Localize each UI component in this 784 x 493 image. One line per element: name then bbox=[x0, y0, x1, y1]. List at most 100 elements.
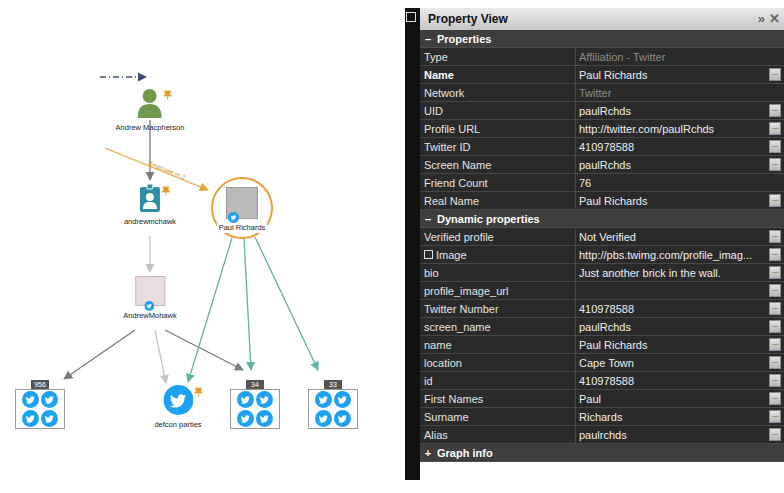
section-header[interactable]: + Graph info bbox=[420, 444, 784, 462]
entity-group[interactable]: 34 bbox=[230, 380, 280, 429]
graph-node[interactable]: defcon parties bbox=[154, 385, 201, 429]
graph-edge[interactable] bbox=[188, 238, 232, 382]
app-window: Employee nr 2 Andrew Macpherson andrewmc… bbox=[0, 0, 784, 493]
property-row[interactable]: location Cape Town ... bbox=[420, 354, 784, 372]
property-value[interactable]: paulRchds bbox=[576, 102, 766, 119]
section-header[interactable]: – Properties bbox=[420, 30, 784, 48]
property-row[interactable]: Surname Richards ... bbox=[420, 408, 784, 426]
property-row[interactable]: Image http://pbs.twimg.com/profile_imag.… bbox=[420, 246, 784, 264]
edit-button[interactable]: ... bbox=[769, 158, 781, 171]
expand-icon[interactable]: + bbox=[424, 447, 432, 459]
node-label: defcon parties bbox=[154, 420, 201, 429]
property-row[interactable]: Real Name Paul Richards ... bbox=[420, 192, 784, 210]
edit-button[interactable]: ... bbox=[769, 194, 781, 207]
property-value[interactable]: Paul Richards bbox=[576, 66, 766, 83]
node-label: andrewmchawk bbox=[124, 217, 176, 226]
collapse-icon[interactable]: – bbox=[424, 33, 432, 45]
property-row[interactable]: Screen Name paulRchds ... bbox=[420, 156, 784, 174]
property-row[interactable]: bio Just another brick in the wall. ... bbox=[420, 264, 784, 282]
graph-edge[interactable] bbox=[244, 238, 251, 370]
edit-button[interactable]: ... bbox=[769, 320, 781, 333]
edit-button[interactable]: ... bbox=[769, 230, 781, 243]
property-key: Network bbox=[420, 84, 576, 101]
property-row[interactable]: screen_name paulRchds ... bbox=[420, 318, 784, 336]
property-row[interactable]: Verified profile Not Verified ... bbox=[420, 228, 784, 246]
edit-button[interactable]: ... bbox=[769, 266, 781, 279]
graph-node[interactable]: andrewmchawk bbox=[124, 184, 176, 226]
graph-edge[interactable] bbox=[64, 330, 135, 379]
edit-button[interactable]: ... bbox=[769, 284, 781, 297]
property-value[interactable]: Affiliation - Twitter bbox=[576, 48, 766, 65]
entity-group[interactable]: 956 bbox=[15, 380, 65, 429]
restore-icon[interactable] bbox=[406, 12, 416, 22]
graph-node[interactable]: AndrewMohawk bbox=[123, 276, 176, 320]
property-value[interactable]: 76 bbox=[576, 174, 766, 191]
property-row[interactable]: profile_image_url ... bbox=[420, 282, 784, 300]
property-row[interactable]: Twitter Number 410978588 ... bbox=[420, 300, 784, 318]
edit-button[interactable]: ... bbox=[769, 122, 781, 135]
property-value[interactable]: paulrchds bbox=[576, 426, 766, 443]
property-value[interactable]: http://twitter.com/paulRchds bbox=[576, 120, 766, 137]
graph-canvas[interactable]: Employee nr 2 Andrew Macpherson andrewmc… bbox=[0, 0, 405, 493]
edit-button[interactable]: ... bbox=[769, 392, 781, 405]
property-row[interactable]: First Names Paul ... bbox=[420, 390, 784, 408]
graph-node[interactable]: 34 bbox=[230, 380, 280, 429]
panel-titlebar: Property View »✕ bbox=[420, 8, 784, 30]
property-value[interactable]: Paul Richards bbox=[576, 192, 766, 209]
property-row[interactable]: name Paul Richards ... bbox=[420, 336, 784, 354]
graph-node[interactable]: Paul Richards bbox=[211, 177, 273, 239]
collapse-icon[interactable]: – bbox=[424, 213, 432, 225]
property-row[interactable]: Type Affiliation - Twitter bbox=[420, 48, 784, 66]
property-value[interactable]: paulRchds bbox=[576, 156, 766, 173]
property-value[interactable]: http://pbs.twimg.com/profile_imag... bbox=[576, 246, 766, 263]
property-value[interactable] bbox=[576, 282, 766, 299]
edit-button[interactable]: ... bbox=[769, 338, 781, 351]
graph-edge[interactable] bbox=[100, 76, 146, 77]
entity-group[interactable]: 33 bbox=[308, 380, 358, 429]
property-value[interactable]: 410978588 bbox=[576, 138, 766, 155]
property-value[interactable]: Paul bbox=[576, 390, 766, 407]
graph-edge[interactable] bbox=[255, 237, 318, 370]
property-key: Name bbox=[420, 66, 576, 83]
title-button[interactable]: ✕ bbox=[769, 12, 780, 26]
property-row[interactable]: id 410978588 ... bbox=[420, 372, 784, 390]
edit-button[interactable]: ... bbox=[769, 428, 781, 441]
property-value[interactable]: Twitter bbox=[576, 84, 766, 101]
graph-edge[interactable] bbox=[149, 236, 150, 272]
property-row[interactable]: Network Twitter bbox=[420, 84, 784, 102]
graph-edge[interactable] bbox=[105, 148, 208, 190]
graph-edge[interactable] bbox=[165, 330, 243, 370]
edit-button[interactable]: ... bbox=[769, 302, 781, 315]
property-row[interactable]: UID paulRchds ... bbox=[420, 102, 784, 120]
pin-icon bbox=[194, 387, 202, 397]
edit-button[interactable]: ... bbox=[769, 104, 781, 117]
edit-button[interactable]: ... bbox=[769, 374, 781, 387]
property-row[interactable]: Alias paulrchds ... bbox=[420, 426, 784, 444]
property-value[interactable]: Paul Richards bbox=[576, 336, 766, 353]
property-value[interactable]: Richards bbox=[576, 408, 766, 425]
section-header[interactable]: – Dynamic properties bbox=[420, 210, 784, 228]
property-value[interactable]: Cape Town bbox=[576, 354, 766, 371]
edit-button[interactable]: ... bbox=[769, 248, 781, 261]
property-row[interactable]: Friend Count 76 bbox=[420, 174, 784, 192]
property-row[interactable]: Name Paul Richards ... bbox=[420, 66, 784, 84]
property-value[interactable]: 410978588 bbox=[576, 300, 766, 317]
property-value[interactable]: 410978588 bbox=[576, 372, 766, 389]
edit-button[interactable]: ... bbox=[769, 410, 781, 423]
property-value[interactable]: Just another brick in the wall. bbox=[576, 264, 766, 281]
edit-button[interactable]: ... bbox=[769, 356, 781, 369]
graph-node[interactable]: Andrew Macpherson bbox=[116, 88, 185, 132]
graph-node[interactable]: 33 bbox=[308, 380, 358, 429]
property-row[interactable]: Profile URL http://twitter.com/paulRchds… bbox=[420, 120, 784, 138]
edit-button[interactable]: ... bbox=[769, 140, 781, 153]
property-value[interactable]: Not Verified bbox=[576, 228, 766, 245]
twitter-icon bbox=[41, 410, 58, 427]
property-value[interactable]: paulRchds bbox=[576, 318, 766, 335]
title-button[interactable]: » bbox=[758, 12, 765, 26]
twitter-icon bbox=[334, 410, 351, 427]
edit-button[interactable]: ... bbox=[769, 68, 781, 81]
checkbox[interactable] bbox=[424, 250, 433, 259]
graph-node[interactable]: 956 bbox=[15, 380, 65, 429]
property-row[interactable]: Twitter ID 410978588 ... bbox=[420, 138, 784, 156]
graph-edge[interactable] bbox=[155, 330, 166, 383]
